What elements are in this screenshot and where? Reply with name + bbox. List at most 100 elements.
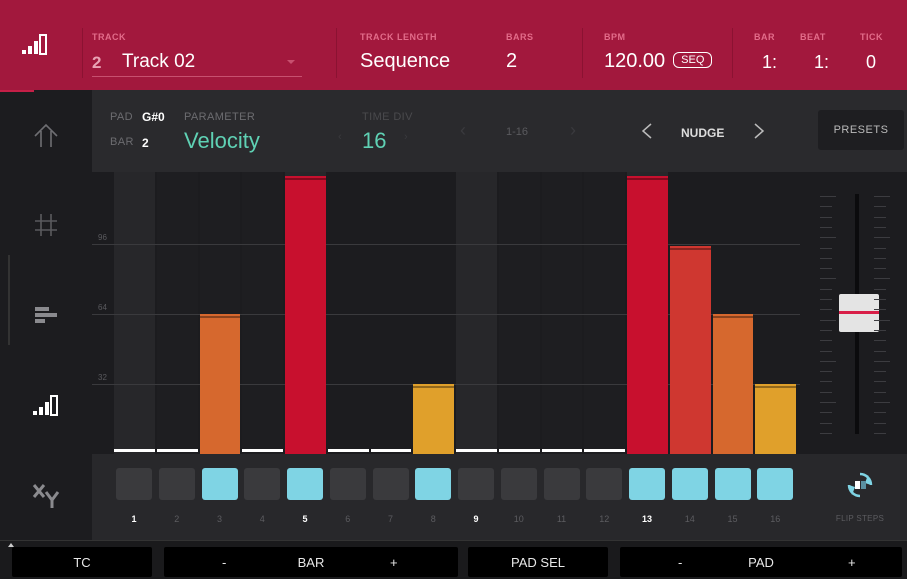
step-button[interactable]: [458, 468, 494, 500]
step-number: 5: [302, 514, 308, 524]
bpm-value: 120.00: [604, 50, 666, 72]
slider-tick: [874, 247, 886, 249]
step-button[interactable]: [158, 468, 195, 500]
step-number: 4: [259, 514, 265, 524]
velocity-bars-icon[interactable]: [20, 30, 50, 60]
time-div-value[interactable]: 16: [362, 128, 386, 154]
sidebar-item-xy[interactable]: [0, 450, 92, 540]
slider-tick: [820, 319, 836, 321]
flip-steps-button[interactable]: FLIP STEPS: [827, 468, 893, 528]
tick-position[interactable]: TICK 0: [858, 0, 898, 90]
slider-tick: [874, 360, 890, 362]
nudge-right-icon[interactable]: [752, 122, 766, 140]
tick-pos-value: 0: [866, 52, 877, 72]
bar-stepper[interactable]: - BAR +: [164, 547, 458, 577]
bar-label: BAR: [110, 136, 134, 148]
slider-tick: [874, 226, 886, 228]
slider-thumb[interactable]: [839, 294, 879, 332]
step-number: 10: [513, 514, 524, 524]
velocity-bar[interactable]: [285, 176, 326, 454]
slider-tick: [820, 381, 832, 383]
pad-value[interactable]: G#0: [142, 110, 165, 124]
track-selector[interactable]: TRACK 2 Track 02: [92, 0, 302, 90]
bpm-field[interactable]: BPM 120.00 SEQ: [604, 0, 744, 90]
velocity-bar[interactable]: [712, 313, 754, 454]
bar-value[interactable]: 2: [142, 136, 149, 150]
grid-line: [92, 243, 800, 245]
sidebar-item-up[interactable]: [0, 90, 92, 180]
bar-stepper-label: BAR: [297, 554, 325, 570]
step-button[interactable]: [500, 468, 537, 500]
sidebar-item-grid[interactable]: [0, 180, 92, 270]
step-button[interactable]: [372, 468, 409, 500]
step-button[interactable]: [671, 468, 708, 500]
nudge-left-icon[interactable]: [640, 122, 654, 140]
step-button[interactable]: [586, 468, 623, 500]
step-button[interactable]: [415, 468, 452, 500]
step-button[interactable]: [329, 468, 366, 500]
bpm-label: BPM: [604, 32, 626, 42]
range-prev-arrow[interactable]: ‹: [460, 120, 466, 141]
step-number: 14: [684, 514, 695, 524]
step-button[interactable]: [244, 468, 281, 500]
bar-position[interactable]: BAR 1:: [752, 0, 792, 90]
step-button[interactable]: [757, 468, 794, 500]
sidebar-item-velocity[interactable]: [0, 360, 92, 450]
velocity-bar[interactable]: [755, 383, 796, 454]
zero-velocity-marker: [114, 449, 155, 452]
presets-button[interactable]: PRESETS: [818, 110, 904, 150]
time-div-left-arrow[interactable]: ‹: [338, 131, 342, 143]
velocity-graph[interactable]: 96 64 32: [92, 172, 800, 454]
sidebar-item-list[interactable]: [0, 270, 92, 360]
velocity-bar[interactable]: [413, 383, 454, 454]
velocity-bar[interactable]: [199, 313, 241, 454]
slider-tick: [874, 391, 886, 393]
slider-tick: [874, 196, 890, 197]
step-button[interactable]: [543, 468, 580, 500]
chevron-down-icon: [287, 60, 295, 64]
bar-plus-button[interactable]: +: [390, 555, 398, 570]
step-button[interactable]: [714, 468, 751, 500]
pad-sel-label: PAD SEL: [511, 554, 565, 570]
beat-position[interactable]: BEAT 1:: [800, 0, 840, 90]
track-label: TRACK: [92, 32, 126, 42]
slider-tick: [820, 196, 836, 197]
time-div-label: TIME DIV: [362, 111, 413, 123]
velocity-bar[interactable]: [669, 246, 711, 454]
flip-arrows-icon: [847, 472, 873, 498]
step-button[interactable]: [287, 468, 323, 500]
time-div-right-arrow[interactable]: ›: [404, 131, 408, 143]
slider-tick: [820, 216, 832, 218]
step-button[interactable]: [116, 468, 152, 500]
velocity-slider[interactable]: [800, 172, 907, 454]
slider-tick: [874, 340, 886, 342]
step-number: 13: [641, 514, 652, 524]
velocity-bar[interactable]: [627, 176, 668, 454]
zero-velocity-marker: [370, 449, 412, 452]
slider-tick: [874, 237, 890, 239]
pad-plus-button[interactable]: +: [848, 555, 856, 570]
step-button[interactable]: [201, 468, 238, 500]
slider-tick: [874, 329, 886, 331]
seq-badge[interactable]: SEQ: [673, 52, 713, 68]
slider-tick: [820, 422, 832, 424]
range-next-arrow[interactable]: ›: [570, 120, 576, 141]
pad-sel-button[interactable]: PAD SEL: [468, 547, 608, 577]
track-length-field[interactable]: TRACK LENGTH Sequence: [360, 0, 490, 90]
slider-tick: [874, 206, 886, 208]
header-bar: TRACK 2 Track 02 TRACK LENGTH Sequence B…: [0, 0, 907, 90]
bar-pos-value: 1:: [762, 52, 778, 72]
slider-tick: [820, 350, 832, 352]
bars-field[interactable]: BARS 2: [506, 0, 566, 90]
slider-tick: [820, 268, 832, 270]
slider-tick: [874, 278, 890, 280]
tc-button[interactable]: TC: [12, 547, 152, 577]
slider-tick: [820, 309, 832, 311]
step-button[interactable]: [629, 468, 665, 500]
pad-stepper[interactable]: - PAD +: [620, 547, 902, 577]
slider-tick: [874, 309, 886, 311]
step-number: 9: [473, 514, 479, 524]
step-number: 7: [387, 514, 393, 524]
parameter-value[interactable]: Velocity: [184, 128, 260, 154]
pad-stepper-label: PAD: [748, 554, 774, 570]
